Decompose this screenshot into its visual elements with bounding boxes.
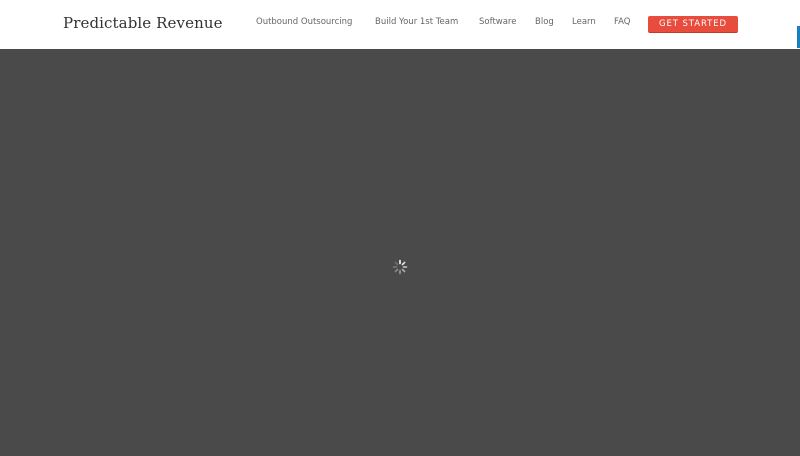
loading-overlay	[0, 49, 800, 456]
nav-blog[interactable]: Blog	[535, 17, 554, 31]
nav-outbound-outsourcing[interactable]: Outbound Outsourcing	[256, 17, 352, 31]
nav-link-label[interactable]: Outbound Outsourcing	[256, 17, 352, 27]
nav-link-label[interactable]: Blog	[535, 17, 554, 27]
nav-link-label[interactable]: Build Your 1st Team	[375, 17, 458, 27]
nav-link-label[interactable]: Learn	[572, 17, 596, 27]
get-started-button[interactable]: GET STARTED	[648, 16, 738, 33]
nav-faq[interactable]: FAQ	[614, 17, 630, 31]
site-header: Predictable Revenue Outbound Outsourcing…	[0, 0, 800, 49]
nav-link-label[interactable]: FAQ	[614, 17, 630, 27]
nav-link-label[interactable]: Software	[479, 17, 516, 27]
nav-software[interactable]: Software	[479, 17, 516, 31]
nav-build-team[interactable]: Build Your 1st Team	[375, 17, 458, 31]
site-logo[interactable]: Predictable Revenue	[63, 14, 223, 32]
nav-learn[interactable]: Learn	[572, 17, 596, 31]
spinner-icon	[392, 259, 408, 275]
